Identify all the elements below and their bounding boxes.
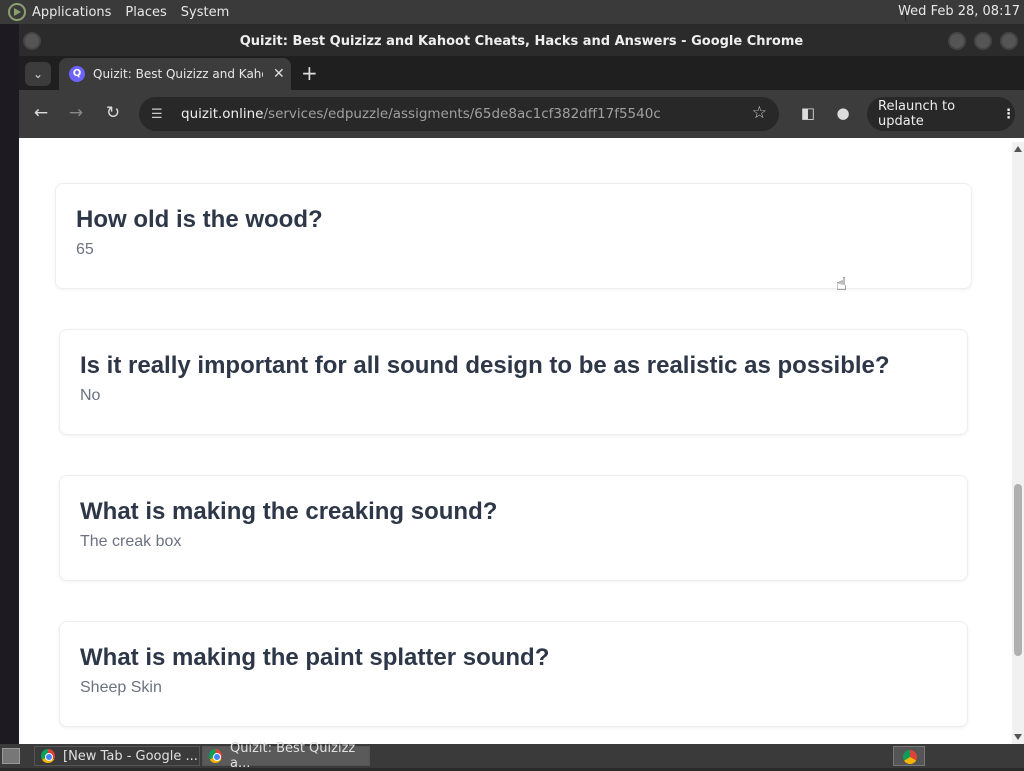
menu-applications[interactable]: Applications [32,5,111,20]
menu-system[interactable]: System [181,5,229,20]
url-host: quizit.online [181,106,264,122]
side-panel-icon[interactable]: ◧ [796,102,820,124]
chevron-down-icon: ⌄ [32,67,44,81]
show-desktop-icon[interactable] [2,748,20,764]
profile-avatar-icon[interactable]: ● [831,102,855,124]
taskbar-item-new-tab[interactable]: [New Tab - Google ... [34,746,200,766]
tab-active[interactable]: Q Quizit: Best Quizizz and Kahoot Cheats… [59,58,291,90]
question-card: What is making the paint splatter sound?… [59,621,968,727]
top-panel: Applications Places System Wed Feb 28, 0… [0,0,1024,24]
chrome-icon [41,749,55,763]
url-path: /services/edpuzzle/assigments/65de8ac1cf… [263,106,661,122]
browser-window: Quizit: Best Quizizz and Kahoot Cheats, … [19,26,1024,744]
page-content: How old is the wood? 65 Is it really imp… [19,142,1012,744]
question-text: Is it really important for all sound des… [80,352,890,379]
answer-text: The creak box [80,533,182,550]
answer-text: No [80,387,101,404]
panel-clock[interactable]: Wed Feb 28, 08:17 [898,4,1020,19]
minimize-button[interactable] [948,32,966,50]
close-tab-icon[interactable]: ✕ [273,66,285,82]
page-scrollbar[interactable] [1012,142,1024,744]
browser-toolbar: ← → ↻ ☰ quizit.online/services/edpuzzle/… [19,90,1024,138]
kebab-menu-icon[interactable]: ⋮ [1002,107,1015,122]
reload-icon[interactable]: ↻ [101,102,125,124]
question-text: How old is the wood? [76,206,323,233]
bookmark-star-icon[interactable]: ☆ [752,103,767,123]
tab-search-button[interactable]: ⌄ [25,62,51,86]
tab-title: Quizit: Best Quizizz and Kahoot Cheats, … [93,67,263,81]
scroll-up-icon[interactable] [1014,146,1022,152]
new-tab-button[interactable]: + [301,62,318,84]
bottom-taskbar: [New Tab - Google ... Quizit: Best Quizi… [0,741,1024,771]
menu-places[interactable]: Places [125,5,166,20]
taskbar-item-quizit[interactable]: Quizit: Best Quizizz a... [202,741,370,771]
question-text: What is making the paint splatter sound? [80,644,550,671]
window-menu-button[interactable] [23,32,41,50]
close-window-button[interactable] [1000,32,1018,50]
back-arrow-icon[interactable]: ← [29,102,53,124]
window-title: Quizit: Best Quizizz and Kahoot Cheats, … [239,33,804,49]
question-card: Is it really important for all sound des… [59,329,968,435]
task-label: Quizit: Best Quizizz a... [230,741,356,771]
answer-text: Sheep Skin [80,679,162,696]
hand-pointer-cursor-icon: ☝ [836,274,847,295]
chrome-icon [903,750,917,764]
chrome-icon [209,749,222,763]
scrollbar-thumb[interactable] [1014,484,1022,656]
question-card: How old is the wood? 65 [55,183,972,289]
forward-arrow-icon[interactable]: → [64,102,88,124]
question-text: What is making the creaking sound? [80,498,498,525]
answer-text: 65 [76,241,94,258]
desktop-background [0,24,19,744]
question-card: What is making the creaking sound? The c… [59,475,968,581]
maximize-button[interactable] [974,32,992,50]
relaunch-label: Relaunch to update [878,99,956,129]
address-bar[interactable]: ☰ quizit.online/services/edpuzzle/assigm… [139,97,779,131]
task-label: [New Tab - Google ... [63,748,198,764]
tray-chrome-icon[interactable] [893,746,925,766]
site-info-icon[interactable]: ☰ [151,107,171,122]
relaunch-button[interactable]: Relaunch to update ⋮ [867,97,1015,131]
tab-strip: ⌄ Q Quizit: Best Quizizz and Kahoot Chea… [19,56,1024,90]
distro-logo-icon[interactable] [8,3,26,21]
scroll-down-icon[interactable] [1014,734,1022,740]
window-titlebar[interactable]: Quizit: Best Quizizz and Kahoot Cheats, … [19,26,1024,56]
quizit-favicon-icon: Q [69,66,85,82]
